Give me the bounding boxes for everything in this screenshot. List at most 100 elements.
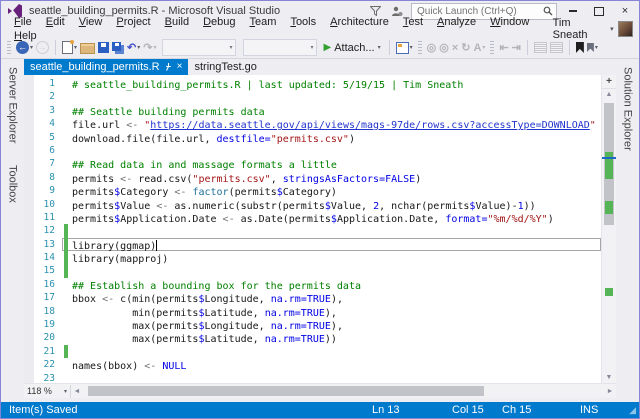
menu-item-test[interactable]: Test: [396, 15, 430, 29]
code-line[interactable]: 8 permits <- read.csv("permits.csv", stri…: [24, 171, 601, 185]
code-line[interactable]: 19 max(permits$Longitude, na.rm=TRUE),: [24, 318, 601, 332]
code-line[interactable]: 7 ## Read data in and massage formats a l…: [24, 157, 601, 172]
menu-item-analyze[interactable]: Analyze: [430, 15, 483, 29]
scrollbar-track[interactable]: [602, 100, 616, 372]
menu-item-file[interactable]: File: [7, 15, 39, 29]
comment-button: [533, 42, 547, 53]
line-number: 8: [49, 171, 55, 183]
pin-icon[interactable]: [165, 63, 172, 71]
line-number: 10: [43, 198, 55, 210]
chevron-down-icon: [482, 39, 485, 57]
undo-button[interactable]: ↶: [127, 39, 140, 57]
chevron-down-icon: ▾: [610, 26, 614, 33]
code-line[interactable]: 2: [24, 90, 601, 103]
navigate-forward-icon: →: [36, 41, 50, 54]
scroll-down-icon[interactable]: ▼: [602, 372, 616, 383]
sidebar-tab-server-explorer[interactable]: Server Explorer: [5, 61, 21, 149]
change-bar: [64, 251, 68, 265]
tab-seattle_building_permits.R[interactable]: seattle_building_permits.R ×: [24, 59, 189, 75]
code-line[interactable]: 3 ## Seattle building permits data: [24, 104, 601, 118]
code-line[interactable]: 15: [24, 264, 601, 278]
code-line[interactable]: 22 names(bbox) <- NULL: [24, 358, 601, 372]
menu-item-architecture[interactable]: Architecture: [323, 15, 396, 29]
code-line[interactable]: 6: [24, 144, 601, 157]
line-number: 13: [43, 238, 55, 250]
code-line[interactable]: 23: [24, 372, 601, 383]
code-line[interactable]: 13 library(ggmap): [24, 237, 601, 252]
menu-item-team[interactable]: Team: [243, 15, 284, 29]
vertical-scrollbar[interactable]: + ▲ ▼: [601, 75, 616, 383]
code-text: ## Read data in and massage formats a li…: [72, 160, 337, 172]
code-line-content: ## Read data in and massage formats a li…: [62, 157, 601, 172]
font-options-icon: A: [473, 41, 482, 54]
sidebar-tab-toolbox[interactable]: Toolbox: [5, 159, 21, 209]
code-line-content: [62, 224, 601, 238]
save-button[interactable]: [98, 42, 110, 53]
new-file-button[interactable]: [62, 39, 77, 57]
scroll-left-icon[interactable]: ◄: [71, 388, 83, 395]
close-debugger-button: ×: [452, 41, 458, 55]
code-line[interactable]: 9 permits$Category <- factor(permits$Cate…: [24, 184, 601, 198]
font-options-button: A: [473, 39, 485, 57]
breakpoints-window-button[interactable]: [395, 39, 413, 57]
code-line[interactable]: 16 ## Establish a bounding box for the pe…: [24, 278, 601, 292]
debug-target-combobox[interactable]: [161, 39, 236, 56]
hscrollbar-thumb[interactable]: [88, 386, 485, 396]
navigate-back-button[interactable]: ←: [16, 39, 33, 57]
code-line[interactable]: 12: [24, 224, 601, 238]
code-line[interactable]: 17 bbox <- c(min(permits$Longitude, na.rm…: [24, 291, 601, 305]
code-line[interactable]: 1 # seattle_building_permits.R | last upd…: [24, 77, 601, 91]
line-number: 2: [49, 91, 55, 103]
code-line-content: bbox <- c(min(permits$Longitude, na.rm=T…: [62, 291, 601, 305]
tab-stringTest.go[interactable]: stringTest.go: [188, 59, 262, 75]
line-number: 19: [43, 319, 55, 331]
sidebar-tab-solution-explorer[interactable]: Solution Explorer: [620, 61, 636, 157]
save-all-button[interactable]: [112, 41, 124, 54]
menu-item-edit[interactable]: Edit: [39, 15, 72, 29]
menu-item-debug[interactable]: Debug: [196, 15, 242, 29]
code-line[interactable]: 18 min(permits$Latitude, na.rm=TRUE),: [24, 305, 601, 319]
code-line[interactable]: 20 max(permits$Latitude, na.rm=TRUE)): [24, 331, 601, 345]
resize-grip-icon[interactable]: ◢: [620, 405, 639, 416]
scroll-right-icon[interactable]: ►: [604, 388, 616, 395]
code-line-content: [62, 372, 601, 383]
undo-icon: ↶: [127, 41, 137, 54]
code-line[interactable]: 14 library(mapproj): [24, 251, 601, 265]
menu-item-window[interactable]: Window: [483, 15, 536, 29]
code-line[interactable]: 5 download.file(file.url, destfile="permi…: [24, 131, 601, 145]
zoom-level-dropdown[interactable]: 118 %: [24, 384, 71, 398]
menu-item-build[interactable]: Build: [158, 15, 196, 29]
toggle-bookmark-button[interactable]: [575, 42, 584, 53]
code-line[interactable]: 21: [24, 344, 601, 359]
menu-item-project[interactable]: Project: [109, 15, 157, 29]
code-line[interactable]: 4 file.url <- "https://data.seattle.gov/a…: [24, 117, 601, 131]
next-bookmark-button[interactable]: [586, 39, 598, 57]
code-text: min(permits$Latitude, na.rm=TRUE),: [72, 307, 337, 319]
code-line[interactable]: 10 permits$Value <- as.numeric(substr(per…: [24, 198, 601, 212]
menu-item-tools[interactable]: Tools: [283, 15, 323, 29]
toolbar-grip[interactable]: [490, 40, 495, 55]
code-line[interactable]: 11 permits$Application.Date <- as.Date(pe…: [24, 211, 601, 225]
solution-configurations-combobox[interactable]: [242, 39, 317, 57]
toolbar-grip[interactable]: [417, 40, 422, 55]
line-number: 9: [49, 185, 55, 197]
zoom-level-value: 118 %: [27, 386, 52, 396]
code-line-content: min(permits$Latitude, na.rm=TRUE),: [62, 305, 601, 319]
line-number: 14: [43, 252, 55, 264]
hscrollbar-track[interactable]: [83, 384, 604, 398]
close-icon[interactable]: ×: [177, 62, 183, 72]
avatar[interactable]: [617, 21, 633, 37]
code-line-content: max(permits$Longitude, na.rm=TRUE),: [62, 318, 601, 332]
line-number: 5: [49, 131, 55, 143]
line-number: 15: [43, 265, 55, 277]
split-handle-icon[interactable]: +: [602, 75, 616, 89]
attach-debugger-button[interactable]: ▶ Attach...: [322, 39, 383, 57]
code-text: permits$Application.Date <- as.Date(perm…: [72, 213, 554, 225]
open-file-button[interactable]: [80, 41, 96, 54]
code-line-content: ## Establish a bounding box for the perm…: [62, 278, 601, 292]
code-editor[interactable]: 1 # seattle_building_permits.R | last upd…: [24, 75, 601, 383]
scroll-up-icon[interactable]: ▲: [602, 89, 616, 100]
toolbar-grip[interactable]: [7, 40, 11, 55]
chevron-down-icon: [310, 39, 313, 57]
menu-item-view[interactable]: View: [72, 15, 110, 29]
